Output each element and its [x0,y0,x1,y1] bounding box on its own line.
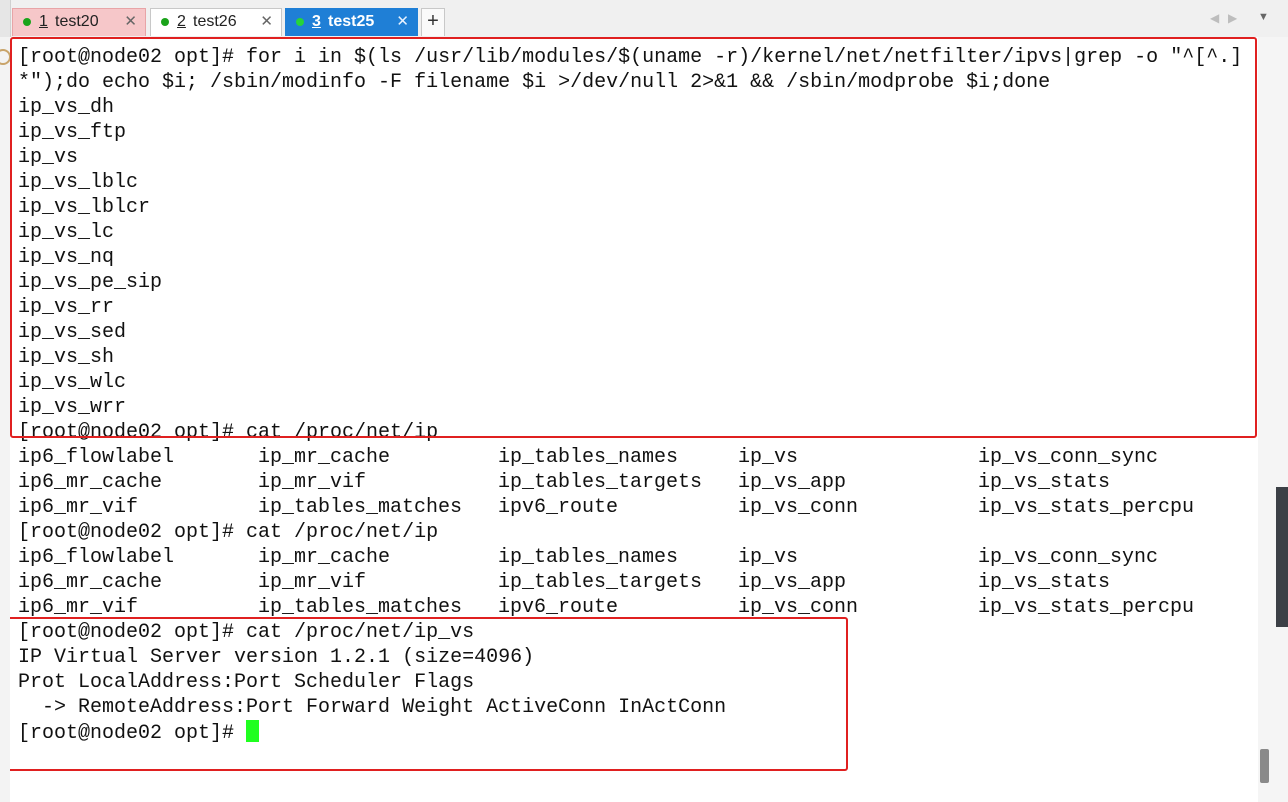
text-cursor [246,720,260,742]
listing-entry: ip_mr_cache [258,546,391,569]
terminal-line: ip_vs_wrr [18,396,127,419]
close-icon[interactable]: ✕ [260,9,273,35]
close-icon[interactable]: ✕ [396,9,409,35]
terminal-line: [root@node02 opt]# for i in $(ls /usr/li… [18,46,1243,69]
listing-entry: ipv6_route [498,496,619,519]
listing-entry: ip_vs_stats_percpu [978,596,1195,619]
listing-entry: ip_vs_stats [978,571,1111,594]
terminal-prompt-line[interactable]: [root@node02 opt]# [18,720,260,745]
terminal-line: [root@node02 opt]# cat /proc/net/ip [18,421,439,444]
terminal-listing-row: ip6_flowlabel ip_mr_cache ip_tables_name… [18,545,1158,570]
terminal-line: ip_vs_dh [18,96,115,119]
terminal-line: ip_vs_pe_sip [18,271,163,294]
listing-entry: ip_mr_vif [258,571,367,594]
vertical-scrollbar[interactable] [1258,37,1288,802]
tab-label: test25 [328,13,375,30]
listing-entry: ip_mr_vif [258,471,367,494]
annotation-box [10,37,1257,438]
terminal-output[interactable]: [root@node02 opt]# for i in $(ls /usr/li… [10,37,1258,802]
terminal-line: ip_vs_sed [18,321,127,344]
listing-entry: ip6_mr_cache [18,571,163,594]
listing-entry: ip_vs_stats_percpu [978,496,1195,519]
tab-label: test26 [193,13,237,30]
terminal-line: ip_vs_sh [18,346,115,369]
terminal-line: [root@node02 opt]# cat /proc/net/ip [18,521,439,544]
close-icon[interactable]: ✕ [124,9,137,35]
connected-status-icon [23,18,31,26]
listing-entry: ip_vs_conn [738,596,859,619]
listing-entry: ip6_flowlabel [18,446,175,469]
listing-entry: ip6_mr_cache [18,471,163,494]
listing-entry: ip_vs [738,446,799,469]
terminal-line: ip_vs_lblcr [18,196,151,219]
listing-entry: ip_mr_cache [258,446,391,469]
side-panel-edge [1276,487,1288,627]
terminal-listing-row: ip6_mr_vif ip_tables_matches ipv6_route … [18,595,1194,620]
listing-entry: ip_tables_targets [498,471,703,494]
terminal-line: *");do echo $i; /sbin/modinfo -F filenam… [18,71,1051,94]
listing-entry: ip_tables_names [498,546,679,569]
listing-entry: ip_vs [738,546,799,569]
terminal-line: ip_vs_lblc [18,171,139,194]
listing-entry: ip_vs_stats [978,471,1111,494]
chevron-down-icon[interactable]: ▼ [1258,11,1269,23]
terminal-line: [root@node02 opt]# cat /proc/net/ip_vs [18,621,475,644]
tab-test20[interactable]: 1 test20 ✕ [12,8,146,36]
plus-icon[interactable]: + [421,8,445,36]
side-panel [0,37,11,802]
listing-entry: ip_vs_app [738,471,847,494]
listing-entry: ip_vs_conn_sync [978,546,1159,569]
terminal-line: IP Virtual Server version 1.2.1 (size=40… [18,646,535,669]
listing-entry: ip_tables_matches [258,596,463,619]
chevron-left-icon[interactable]: ◀ [1210,11,1219,25]
chevron-right-icon[interactable]: ▶ [1228,11,1237,25]
connected-status-icon [296,18,304,26]
tab-bar-left-strip [0,0,11,37]
terminal-line: Prot LocalAddress:Port Scheduler Flags [18,671,475,694]
tab-test25-active[interactable]: 3 test25 ✕ [285,8,418,36]
tab-number: 1 [39,13,48,30]
tab-label: test20 [55,13,99,30]
terminal-line: ip_vs_wlc [18,371,127,394]
scrollbar-thumb[interactable] [1260,749,1269,783]
terminal-line: ip_vs_rr [18,296,115,319]
listing-entry: ip6_mr_vif [18,496,139,519]
listing-entry: ip_vs_app [738,571,847,594]
terminal-line: -> RemoteAddress:Port Forward Weight Act… [18,696,727,719]
terminal-listing-row: ip6_mr_cache ip_mr_vif ip_tables_targets… [18,470,1110,495]
listing-entry: ip_vs_conn_sync [978,446,1159,469]
terminal-line: ip_vs_ftp [18,121,127,144]
terminal-listing-row: ip6_flowlabel ip_mr_cache ip_tables_name… [18,445,1158,470]
tab-number: 3 [312,13,321,30]
tab-test26[interactable]: 2 test26 ✕ [150,8,282,36]
listing-entry: ip_tables_matches [258,496,463,519]
listing-entry: ip_tables_targets [498,571,703,594]
terminal-line: ip_vs_nq [18,246,115,269]
terminal-line: ip_vs_lc [18,221,115,244]
listing-entry: ip_tables_names [498,446,679,469]
terminal-app-window: 1 test20 ✕ 2 test26 ✕ 3 test25 ✕ + ◀ ▶ ▼… [0,0,1288,802]
shell-prompt: [root@node02 opt]# [18,722,247,745]
listing-entry: ip_vs_conn [738,496,859,519]
tab-bar: 1 test20 ✕ 2 test26 ✕ 3 test25 ✕ + ◀ ▶ ▼ [0,0,1288,37]
terminal-listing-row: ip6_mr_cache ip_mr_vif ip_tables_targets… [18,570,1110,595]
terminal-listing-row: ip6_mr_vif ip_tables_matches ipv6_route … [18,495,1194,520]
connected-status-icon [161,18,169,26]
listing-entry: ipv6_route [498,596,619,619]
listing-entry: ip6_mr_vif [18,596,139,619]
tab-number: 2 [177,13,186,30]
listing-entry: ip6_flowlabel [18,546,175,569]
terminal-line: ip_vs [18,146,79,169]
